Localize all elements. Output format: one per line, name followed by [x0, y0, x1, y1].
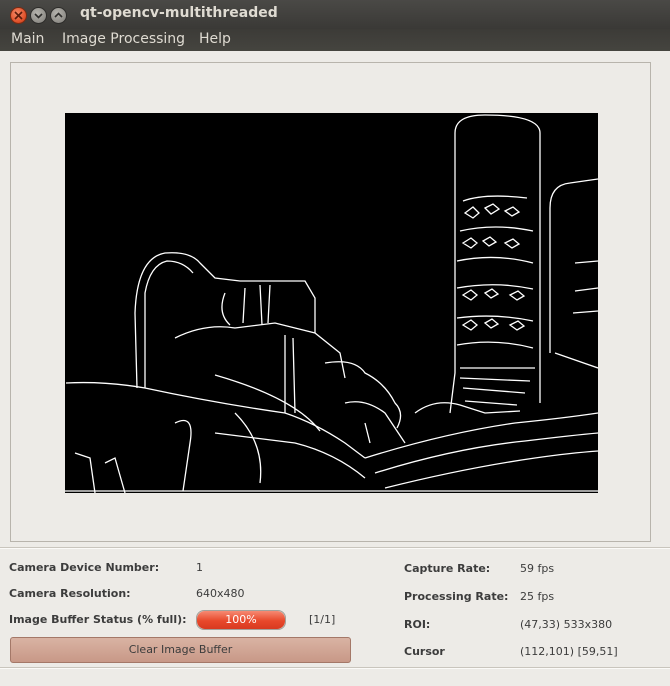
separator-bottom	[0, 667, 670, 669]
cursor-label: Cursor	[404, 645, 445, 658]
capture-rate-label: Capture Rate:	[404, 562, 491, 575]
clear-image-buffer-button[interactable]: Clear Image Buffer	[10, 637, 351, 663]
image-buffer-count: [1/1]	[309, 613, 336, 626]
frame-label	[10, 62, 651, 542]
roi-value: (47,33) 533x380	[520, 618, 613, 631]
chevron-down-icon	[34, 13, 43, 19]
edge-image	[65, 114, 599, 494]
menu-main[interactable]: Main	[11, 31, 44, 47]
cursor-value: (112,101) [59,51]	[520, 645, 618, 658]
menu-help[interactable]: Help	[199, 31, 231, 47]
maximize-window-button[interactable]	[50, 7, 67, 24]
camera-resolution-label: Camera Resolution:	[9, 587, 131, 600]
image-buffer-label: Image Buffer Status (% full):	[9, 613, 187, 626]
menu-bar: Main Image Processing Help	[0, 29, 670, 51]
window-titlebar: qt-opencv-multithreaded	[0, 0, 670, 30]
minimize-window-button[interactable]	[30, 7, 47, 24]
close-icon	[14, 11, 23, 20]
window-title: qt-opencv-multithreaded	[80, 5, 278, 21]
close-window-button[interactable]	[10, 7, 27, 24]
video-frame[interactable]	[65, 113, 599, 494]
progress-text: 100%	[225, 613, 257, 626]
separator	[0, 547, 670, 549]
processing-rate-label: Processing Rate:	[404, 590, 509, 603]
capture-rate-value: 59 fps	[520, 562, 555, 575]
camera-resolution-value: 640x480	[196, 587, 245, 600]
processing-rate-value: 25 fps	[520, 590, 555, 603]
chevron-up-icon	[54, 12, 63, 18]
image-buffer-progress: 100%	[196, 610, 286, 630]
camera-device-label: Camera Device Number:	[9, 561, 160, 574]
roi-label: ROI:	[404, 618, 431, 631]
camera-device-value: 1	[196, 561, 203, 574]
menu-image-processing[interactable]: Image Processing	[62, 31, 185, 47]
